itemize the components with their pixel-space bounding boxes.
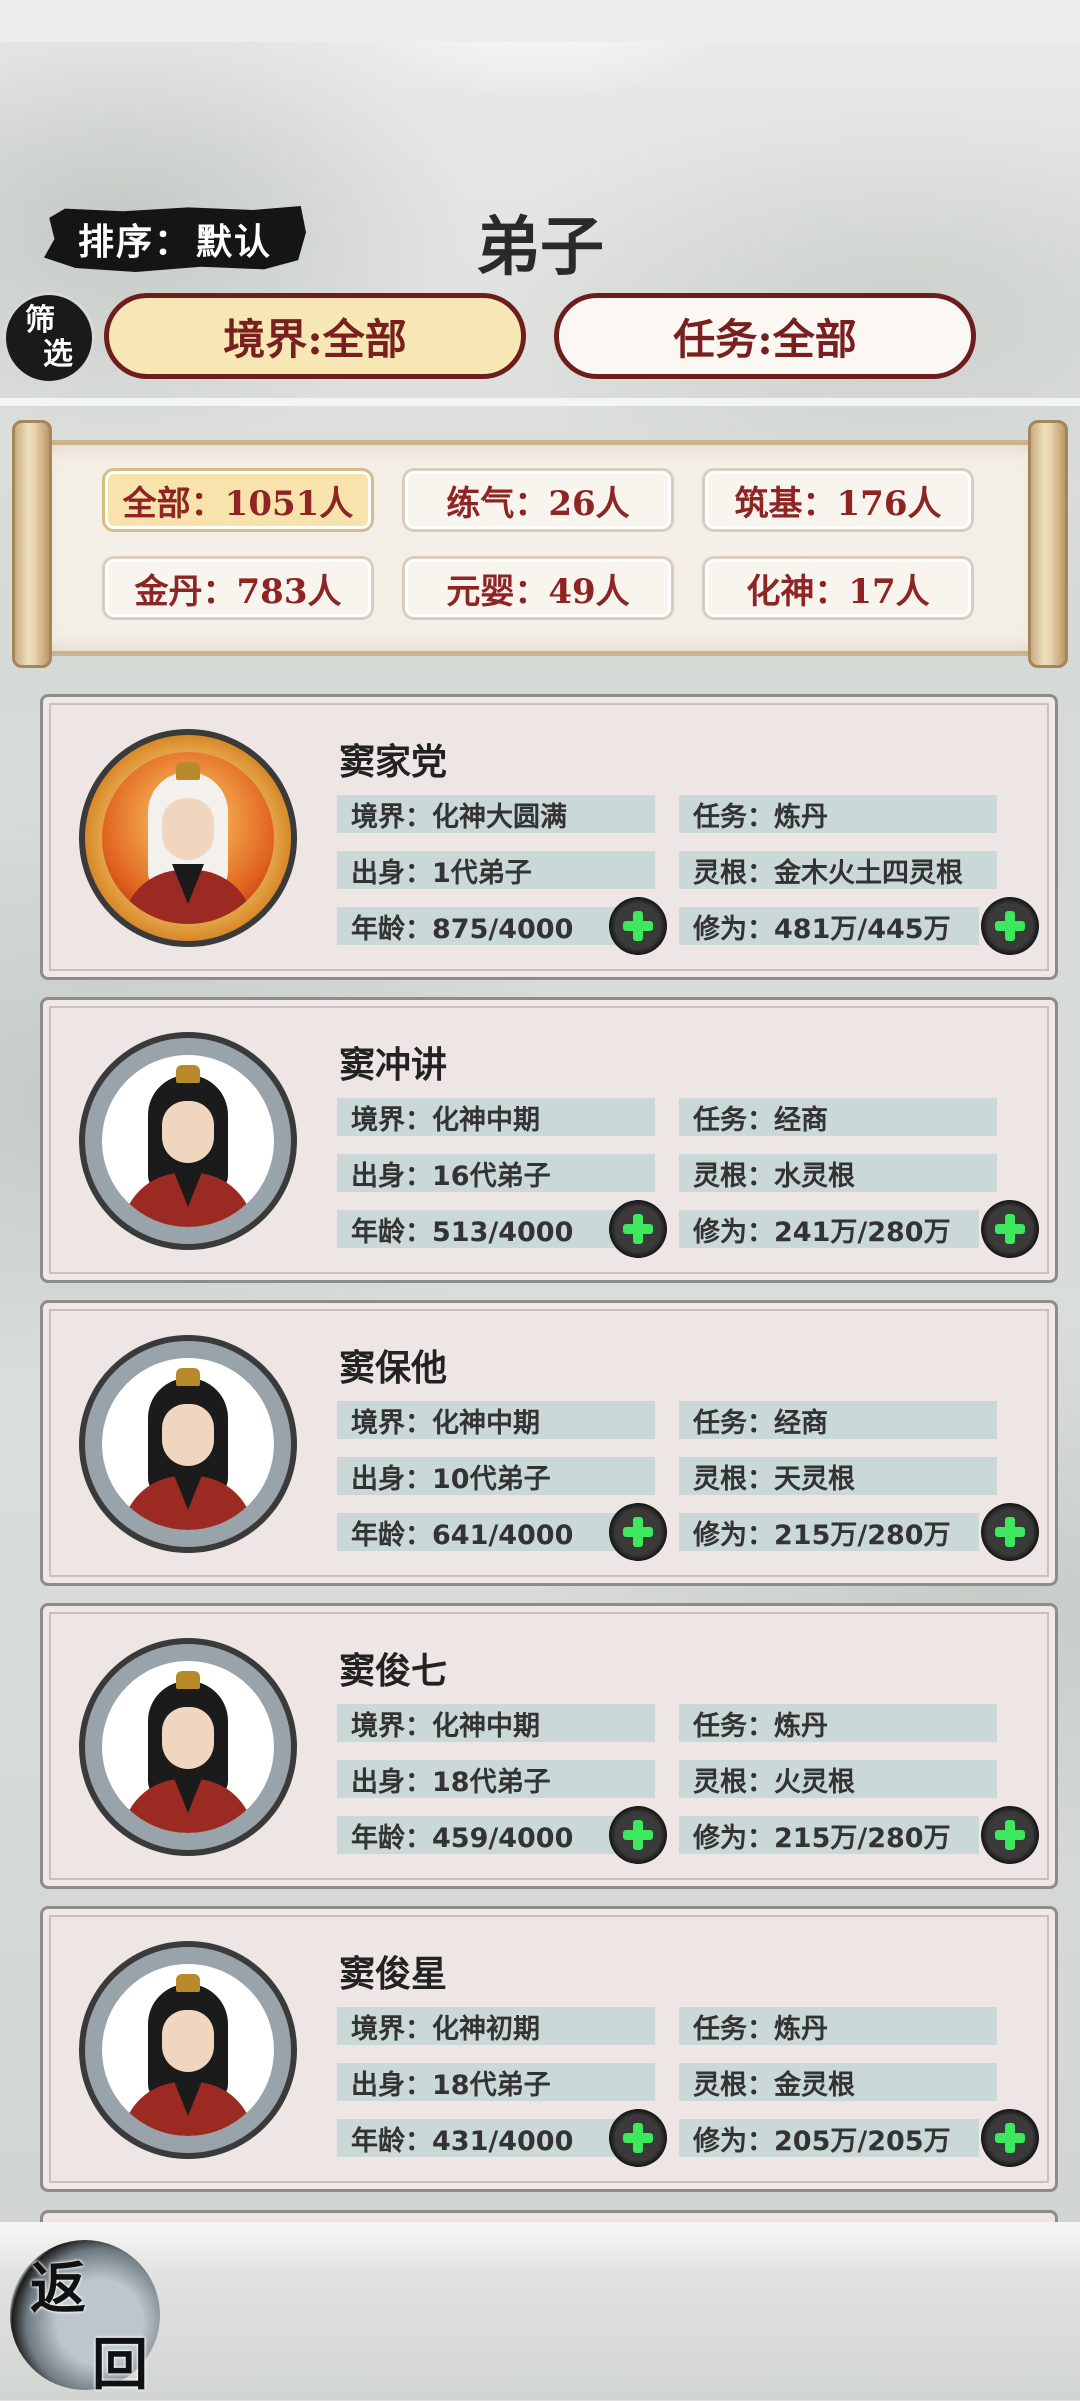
- age-field: 年龄：875/4000: [337, 907, 637, 945]
- realm-field: 境界：化神中期: [337, 1704, 655, 1742]
- stat-tab-jindan[interactable]: 金丹：783人: [102, 556, 374, 620]
- disciple-card[interactable]: 窦冲讲 境界：化神中期 任务：经商 出身：16代弟子 灵根：水灵根 年龄：513…: [40, 997, 1058, 1283]
- portrait-image: [102, 1661, 274, 1833]
- add-age-plus-icon[interactable]: [609, 1503, 667, 1561]
- add-cultivation-plus-icon[interactable]: [981, 2109, 1039, 2167]
- avatar[interactable]: [79, 1941, 297, 2159]
- filter-icon-char-2: 选: [43, 337, 73, 372]
- header-divider: [0, 398, 1080, 406]
- scroll-roller-right: [1028, 420, 1068, 668]
- task-filter-button[interactable]: 任务:全部: [554, 293, 976, 379]
- realm-field: 境界：化神初期: [337, 2007, 655, 2045]
- add-age-plus-icon[interactable]: [609, 1806, 667, 1864]
- origin-field: 出身：18代弟子: [337, 1760, 655, 1798]
- spirit-root-field: 灵根：金灵根: [679, 2063, 997, 2101]
- add-cultivation-plus-icon[interactable]: [981, 1806, 1039, 1864]
- realm-stats-scroll: 全部：1051人 练气：26人 筑基：176人 金丹：783人 元婴：49人 化…: [12, 420, 1068, 668]
- spirit-root-field: 灵根：天灵根: [679, 1457, 997, 1495]
- back-button[interactable]: 返 回: [10, 2240, 160, 2398]
- add-age-plus-icon[interactable]: [609, 2109, 667, 2167]
- portrait-image: [102, 1358, 274, 1530]
- task-field: 任务：炼丹: [679, 1704, 997, 1742]
- cultivation-field: 修为：205万/205万: [679, 2119, 979, 2157]
- origin-field: 出身：16代弟子: [337, 1154, 655, 1192]
- stat-tab-huashen[interactable]: 化神：17人: [702, 556, 974, 620]
- cultivation-field: 修为：215万/280万: [679, 1513, 979, 1551]
- scroll-roller-left: [12, 420, 52, 668]
- realm-field: 境界：化神中期: [337, 1401, 655, 1439]
- task-field: 任务：炼丹: [679, 2007, 997, 2045]
- back-label-char-2: 回: [92, 2332, 148, 2398]
- disciple-card[interactable]: 窦俊星 境界：化神初期 任务：炼丹 出身：18代弟子 灵根：金灵根 年龄：431…: [40, 1906, 1058, 2192]
- add-cultivation-plus-icon[interactable]: [981, 1503, 1039, 1561]
- realm-filter-button[interactable]: 境界:全部: [104, 293, 526, 379]
- disciple-name: 窦俊七: [339, 1650, 448, 1692]
- cultivation-field: 修为：215万/280万: [679, 1816, 979, 1854]
- add-cultivation-plus-icon[interactable]: [981, 897, 1039, 955]
- age-field: 年龄：513/4000: [337, 1210, 637, 1248]
- avatar[interactable]: [79, 1032, 297, 1250]
- filter-icon-char-1: 筛: [25, 303, 55, 338]
- age-field: 年龄：641/4000: [337, 1513, 637, 1551]
- add-age-plus-icon[interactable]: [609, 1200, 667, 1258]
- disciple-name: 窦冲讲: [339, 1044, 448, 1086]
- age-field: 年龄：459/4000: [337, 1816, 637, 1854]
- back-label-char-1: 返: [30, 2256, 86, 2322]
- realm-field: 境界：化神中期: [337, 1098, 655, 1136]
- age-field: 年龄：431/4000: [337, 2119, 637, 2157]
- stat-tab-all[interactable]: 全部：1051人: [102, 468, 374, 532]
- cultivation-field: 修为：481万/445万: [679, 907, 979, 945]
- stat-tab-lianqi[interactable]: 练气：26人: [402, 468, 674, 532]
- task-field: 任务：炼丹: [679, 795, 997, 833]
- page-title: 弟子: [476, 210, 604, 285]
- status-strip: [0, 0, 1080, 42]
- realm-field: 境界：化神大圆满: [337, 795, 655, 833]
- spirit-root-field: 灵根：金木火土四灵根: [679, 851, 997, 889]
- disciple-name: 窦保他: [339, 1347, 448, 1389]
- spirit-root-field: 灵根：火灵根: [679, 1760, 997, 1798]
- stat-tab-zhuji[interactable]: 筑基：176人: [702, 468, 974, 532]
- avatar[interactable]: [79, 1335, 297, 1553]
- add-cultivation-plus-icon[interactable]: [981, 1200, 1039, 1258]
- task-field: 任务：经商: [679, 1401, 997, 1439]
- disciple-card[interactable]: 窦家党 境界：化神大圆满 任务：炼丹 出身：1代弟子 灵根：金木火土四灵根 年龄…: [40, 694, 1058, 980]
- disciple-card[interactable]: 窦保他 境界：化神中期 任务：经商 出身：10代弟子 灵根：天灵根 年龄：641…: [40, 1300, 1058, 1586]
- task-field: 任务：经商: [679, 1098, 997, 1136]
- origin-field: 出身：10代弟子: [337, 1457, 655, 1495]
- filter-icon[interactable]: 筛 选: [6, 295, 92, 381]
- avatar[interactable]: [79, 729, 297, 947]
- disciple-name: 窦俊星: [339, 1953, 448, 1995]
- spirit-root-field: 灵根：水灵根: [679, 1154, 997, 1192]
- add-age-plus-icon[interactable]: [609, 897, 667, 955]
- origin-field: 出身：18代弟子: [337, 2063, 655, 2101]
- stat-tab-yuanying[interactable]: 元婴：49人: [402, 556, 674, 620]
- origin-field: 出身：1代弟子: [337, 851, 655, 889]
- portrait-image: [102, 1964, 274, 2136]
- portrait-image: [102, 752, 274, 924]
- disciple-card[interactable]: 窦俊七 境界：化神中期 任务：炼丹 出身：18代弟子 灵根：火灵根 年龄：459…: [40, 1603, 1058, 1889]
- portrait-image: [102, 1055, 274, 1227]
- avatar[interactable]: [79, 1638, 297, 1856]
- disciple-name: 窦家党: [339, 741, 448, 783]
- footer-bar: [0, 2224, 1080, 2400]
- cultivation-field: 修为：241万/280万: [679, 1210, 979, 1248]
